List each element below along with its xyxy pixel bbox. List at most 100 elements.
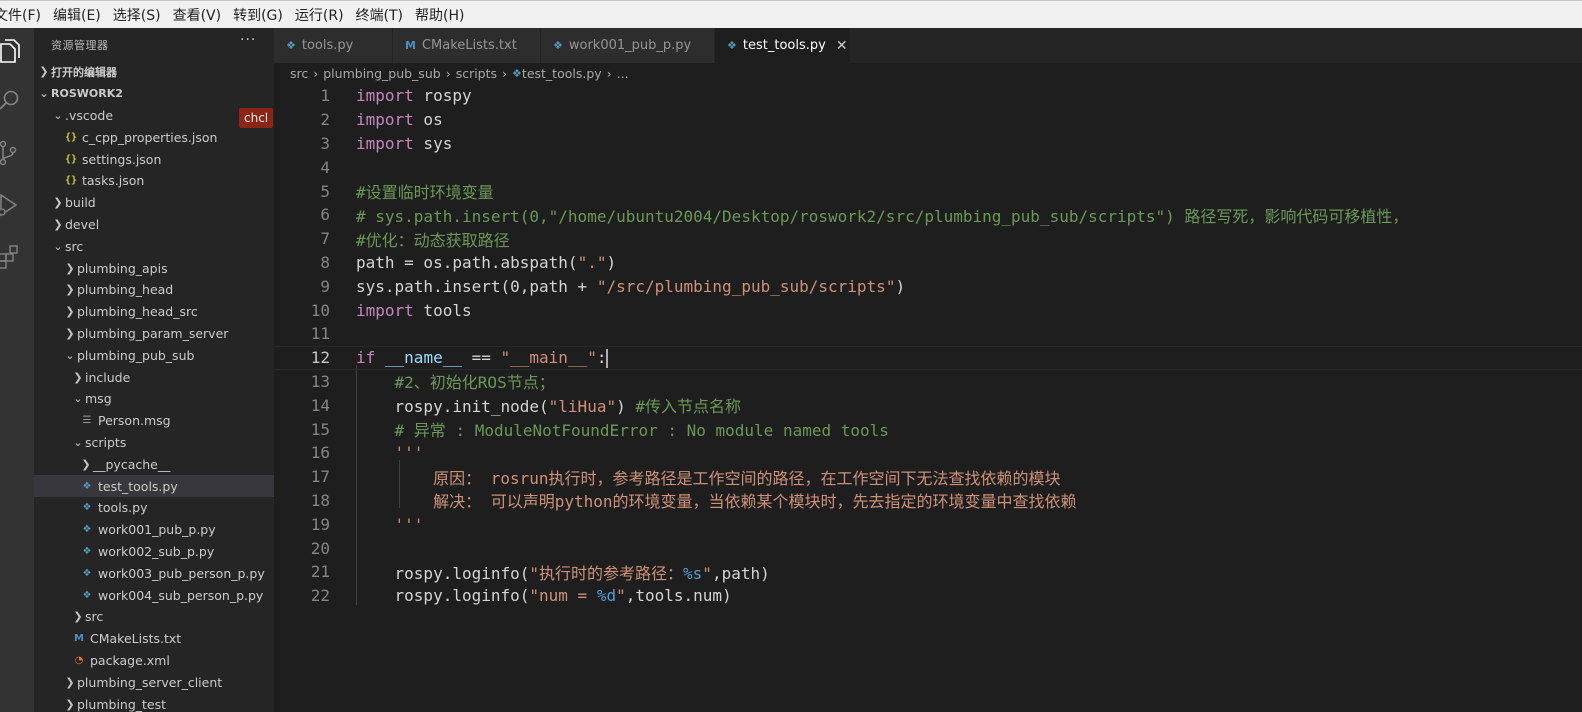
code-line[interactable]: 7 #优化：动态获取路径	[274, 227, 1582, 251]
code-token: ,tools.num)	[625, 586, 732, 606]
code-line[interactable]: 10 import tools	[274, 298, 1582, 322]
chcl-badge[interactable]: chcl	[239, 108, 274, 128]
file-item[interactable]: {} tasks.json	[34, 170, 274, 192]
folder-item[interactable]: ❯ build	[34, 192, 274, 214]
breadcrumb-item[interactable]: plumbing_pub_sub	[323, 66, 440, 81]
code-content: rospy.loginfo("num = %d",tools.num)	[356, 586, 732, 605]
code-line[interactable]: 15 # 异常 : ModuleNotFoundError : No modul…	[274, 417, 1582, 441]
folder-item[interactable]: ❯ devel	[34, 214, 274, 236]
folder-item[interactable]: ⌄ plumbing_pub_sub	[34, 344, 274, 366]
folder-item[interactable]: ❯ plumbing_head_src	[34, 301, 274, 323]
code-editor[interactable]: 1 import rospy 2 import os 3 import sys 4 5 #设置临…	[274, 84, 1582, 712]
search-icon[interactable]	[0, 80, 34, 120]
run-debug-icon[interactable]	[0, 185, 34, 225]
menu-item[interactable]: 文件(F)	[0, 5, 47, 25]
folder-item[interactable]: ❯ plumbing_param_server	[34, 323, 274, 345]
tree-item-label: plumbing_server_client	[77, 674, 223, 690]
code-line[interactable]: 16 '''	[274, 441, 1582, 465]
cmake-file-icon: M	[74, 633, 84, 645]
code-token: )	[606, 252, 617, 272]
menu-item[interactable]: 转到(G)	[227, 5, 289, 25]
code-line[interactable]: 17 原因： rosrun执行时，参考路径是工作空间的路径，在工作空间下无法查找…	[274, 465, 1582, 489]
folder-item[interactable]: ❯ plumbing_apis	[34, 257, 274, 279]
code-line[interactable]: 8 path = os.path.abspath(".")	[274, 251, 1582, 275]
code-line[interactable]: 21 rospy.loginfo("执行时的参考路径：%s",path)	[274, 560, 1582, 584]
tab-test-tools-py[interactable]: ❖ test_tools.py ✕	[715, 28, 851, 63]
breadcrumb-item[interactable]: ...	[617, 66, 629, 81]
folder-item[interactable]: ⌄ src	[34, 235, 274, 257]
file-item[interactable]: {} c_cpp_properties.json	[34, 126, 274, 148]
tab-tools-py[interactable]: ❖ tools.py	[274, 28, 393, 63]
folder-item[interactable]: ❯ src	[34, 606, 274, 628]
code-line[interactable]: 9 sys.path.insert(0,path + "/src/plumbing…	[274, 274, 1582, 298]
menu-item[interactable]: 查看(V)	[167, 5, 228, 25]
breadcrumb-item[interactable]: test_tools.py	[522, 66, 602, 81]
files-icon[interactable]	[0, 32, 34, 72]
code-line[interactable]: 6 # sys.path.insert(0,"/home/ubuntu2004/D…	[274, 203, 1582, 227]
chevron-right-icon: ❯	[65, 326, 75, 340]
file-item[interactable]: ◔ package.xml	[34, 650, 274, 672]
chevron-down-icon: ⌄	[65, 348, 75, 362]
open-editors-section[interactable]: ❯ 打开的编辑器	[34, 61, 274, 83]
code-token: %s	[683, 563, 703, 583]
code-line[interactable]: 11	[274, 322, 1582, 346]
workspace-section[interactable]: ⌄ ROSWORK2	[34, 83, 274, 105]
breadcrumb-item[interactable]: src	[290, 66, 308, 81]
line-number: 6	[320, 205, 330, 225]
file-item[interactable]: ❖ test_tools.py	[34, 475, 274, 497]
menu-item[interactable]: 选择(S)	[107, 5, 167, 25]
folder-item[interactable]: ⌄ .vscode	[34, 105, 274, 127]
menu-item[interactable]: 编辑(E)	[47, 5, 107, 25]
file-item[interactable]: ❖ work002_sub_p.py	[34, 541, 274, 563]
code-line[interactable]: 1 import rospy	[274, 84, 1582, 108]
folder-item[interactable]: ❯ include	[34, 366, 274, 388]
file-item[interactable]: {} settings.json	[34, 148, 274, 170]
extensions-icon[interactable]	[0, 237, 34, 277]
source-control-icon[interactable]	[0, 133, 34, 173]
folder-item[interactable]: ❯ plumbing_test	[34, 693, 274, 712]
code-line[interactable]: 12 if __name__ == "__main__":	[274, 345, 1582, 370]
chevron-right-icon: ❯	[65, 261, 75, 275]
code-line[interactable]: 20	[274, 536, 1582, 560]
file-item[interactable]: ☰ Person.msg	[34, 410, 274, 432]
breadcrumb-item[interactable]: scripts	[456, 66, 497, 81]
folder-item[interactable]: ⌄ msg	[34, 388, 274, 410]
file-item[interactable]: ❖ work004_sub_person_p.py	[34, 584, 274, 606]
folder-item[interactable]: ❯ plumbing_server_client	[34, 671, 274, 693]
file-item[interactable]: ❖ tools.py	[34, 497, 274, 519]
line-number: 20	[310, 538, 330, 558]
code-line[interactable]: 18 解决： 可以声明python的环境变量，当依赖某个模块时，先去指定的环境变…	[274, 489, 1582, 513]
code-token: ,path)	[711, 563, 770, 583]
code-line[interactable]: 4	[274, 155, 1582, 179]
file-item[interactable]: ❖ work001_pub_p.py	[34, 519, 274, 541]
code-line[interactable]: 22 rospy.loginfo("num = %d",tools.num)	[274, 584, 1582, 608]
code-line[interactable]: 3 import sys	[274, 132, 1582, 156]
menu-item[interactable]: 运行(R)	[289, 5, 350, 25]
folder-item[interactable]: ❯ plumbing_head	[34, 279, 274, 301]
code-token: "liHua"	[548, 397, 617, 417]
tab-work001-pub-p-py[interactable]: ❖ work001_pub_p.py	[541, 28, 715, 63]
code-token: '''	[394, 514, 424, 534]
code-line[interactable]: 13 #2、初始化ROS节点；	[274, 370, 1582, 394]
tree-item-label: plumbing_apis	[77, 260, 168, 276]
file-item[interactable]: ❖ work003_pub_person_p.py	[34, 562, 274, 584]
code-line[interactable]: 14 rospy.init_node("liHua") #传入节点名称	[274, 393, 1582, 417]
close-icon[interactable]: ✕	[836, 38, 848, 54]
tree-item-label: c_cpp_properties.json	[82, 129, 218, 145]
code-content: '''	[356, 443, 424, 462]
code-line[interactable]: 2 import os	[274, 108, 1582, 132]
folder-item[interactable]: ⌄ scripts	[34, 432, 274, 454]
menu-item[interactable]: 帮助(H)	[409, 5, 470, 25]
code-content: if __name__ == "__main__":	[356, 348, 609, 368]
tab-cmakelists-txt[interactable]: M CMakeLists.txt	[393, 28, 541, 63]
more-actions-icon[interactable]: ···	[240, 32, 256, 48]
menu-item[interactable]: 终端(T)	[350, 5, 409, 25]
line-number: 5	[320, 181, 330, 201]
file-item[interactable]: M CMakeLists.txt	[34, 628, 274, 650]
python-file-icon: ❖	[82, 545, 92, 557]
code-line[interactable]: 5 #设置临时环境变量	[274, 179, 1582, 203]
code-token: # sys.path.insert(0,"/home/ubuntu2004/De…	[356, 206, 1409, 226]
code-token: #优化：动态获取路径	[356, 230, 510, 250]
code-line[interactable]: 19 '''	[274, 512, 1582, 536]
folder-item[interactable]: ❯ __pycache__	[34, 453, 274, 475]
